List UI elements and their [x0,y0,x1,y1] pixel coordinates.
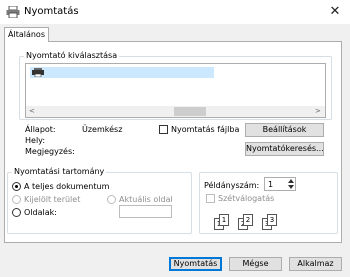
settings-button[interactable]: Beállítások [245,123,324,137]
all-documents-radio[interactable] [12,182,21,191]
find-printer-button[interactable]: Nyomtatókeresés... [245,142,324,156]
collate-illustration: 1 1 2 2 3 3 [214,214,286,232]
collate-page: 3 [267,214,277,226]
tab-general[interactable]: Általános [4,27,49,42]
collate-page: 1 [219,214,229,226]
copies-label: Példányszám: [204,181,260,190]
printer-selection-title: Nyomtató kiválasztása [24,51,120,60]
selection-label[interactable]: Kijelölt terület [24,195,80,204]
print-to-file-label[interactable]: Nyomtatás fájlba [171,125,239,134]
scroll-left-icon[interactable]: < [29,106,35,117]
selection-radio[interactable] [12,195,21,204]
all-documents-label[interactable]: A teljes dokumentum [24,182,109,191]
status-value: Üzemkész [82,125,123,134]
collate-checkbox[interactable] [206,194,215,203]
location-label: Hely: [25,136,46,145]
spin-arrows-icon[interactable] [287,178,295,190]
page-range-title: Nyomtatási tartomány [12,167,107,176]
print-to-file-checkbox[interactable] [159,125,168,134]
comment-label: Megjegyzés: [25,147,75,156]
printer-list-item[interactable] [30,67,214,78]
current-page-radio[interactable] [107,195,116,204]
window-title: Nyomtatás [24,6,79,17]
collate-page: 2 [243,214,253,226]
printer-icon [32,68,44,77]
pages-input[interactable] [119,205,172,218]
printer-icon [6,6,20,18]
scrollbar-thumb[interactable] [174,107,206,116]
pages-radio[interactable] [12,208,21,217]
status-label: Állapot: [25,125,56,134]
current-page-label[interactable]: Aktuális oldal [119,195,173,204]
apply-button[interactable]: Alkalmaz [289,257,342,271]
pages-label[interactable]: Oldalak: [24,208,57,217]
close-button[interactable]: ✕ [320,0,350,24]
cancel-button[interactable]: Mégse [229,257,282,271]
copies-value: 1 [268,180,274,189]
print-button[interactable]: Nyomtatás [169,257,222,271]
collate-label[interactable]: Szétválogatás [218,194,274,203]
scroll-right-icon[interactable]: > [315,106,321,117]
